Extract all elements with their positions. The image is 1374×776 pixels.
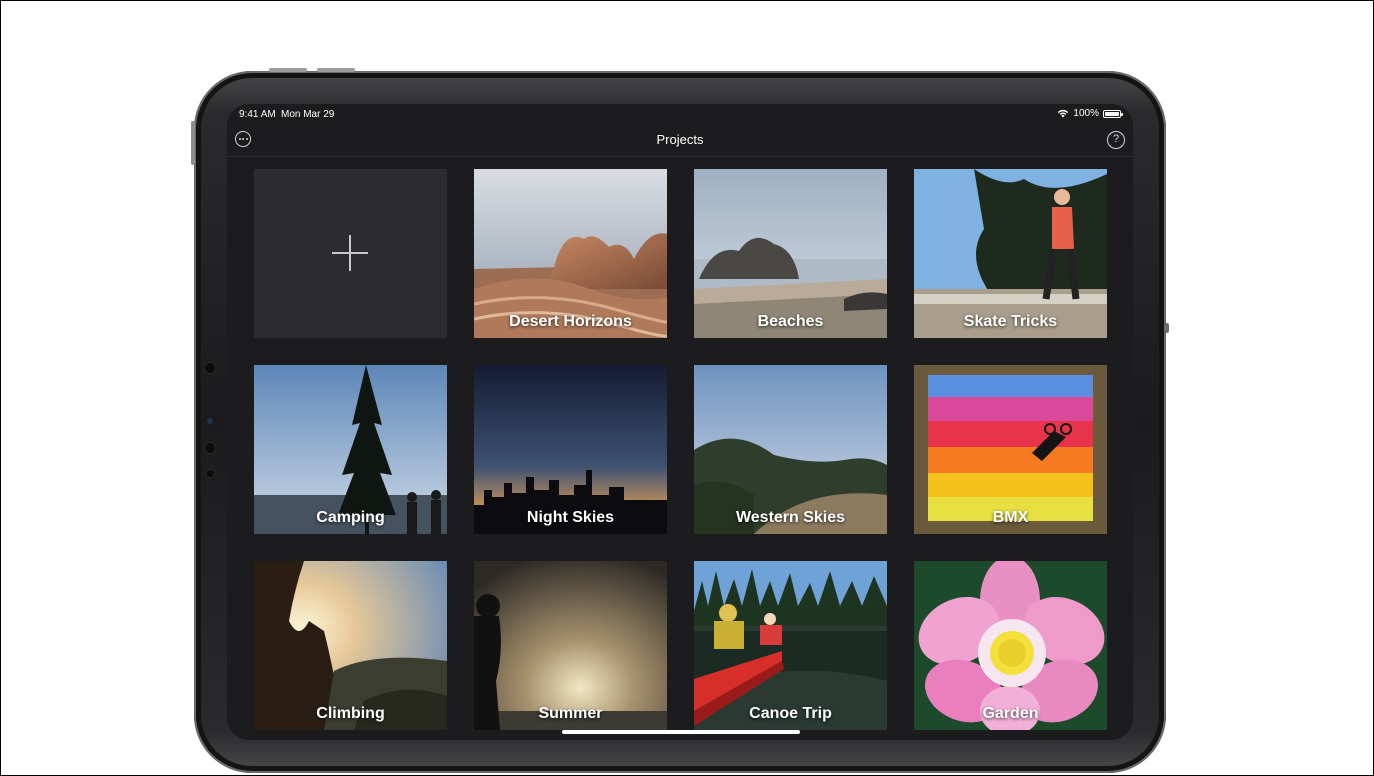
status-bar: 9:41 AM Mon Mar 29 100% [227, 104, 1133, 124]
project-tile-desert-horizons[interactable]: Desert Horizons [474, 169, 667, 338]
project-tile-beaches[interactable]: Beaches [694, 169, 887, 338]
project-tile-canoe-trip[interactable]: Canoe Trip [694, 561, 887, 730]
project-tile-camping[interactable]: Camping [254, 365, 447, 534]
project-label: Garden [982, 705, 1039, 722]
project-tile-night-skies[interactable]: Night Skies [474, 365, 667, 534]
project-label: Canoe Trip [749, 705, 832, 722]
plus-icon [332, 235, 368, 271]
project-label: Beaches [757, 313, 824, 330]
new-project-tile[interactable] [254, 169, 447, 338]
project-label: Skate Tricks [963, 313, 1058, 330]
camera-sensor [203, 361, 217, 375]
ipad-device: 9:41 AM Mon Mar 29 100% Projects ? Deser… [191, 68, 1169, 773]
project-tile-skate-tricks[interactable]: Skate Tricks [914, 169, 1107, 338]
volume-up-button-hw [269, 68, 307, 72]
volume-down-button-hw [317, 68, 355, 72]
project-label: Camping [316, 509, 385, 526]
status-date: Mon Mar 29 [281, 109, 335, 120]
battery-icon [1103, 109, 1123, 118]
camera-sensor-small [207, 418, 213, 424]
status-time: 9:41 AM [239, 109, 276, 120]
camera-lens [203, 441, 217, 455]
project-label: Desert Horizons [509, 313, 632, 330]
project-tile-summer[interactable]: Summer [474, 561, 667, 730]
project-label: Summer [538, 705, 603, 722]
question-circle-icon[interactable]: ? [1107, 131, 1125, 149]
screen: 9:41 AM Mon Mar 29 100% Projects ? Deser… [227, 104, 1133, 740]
flash-sensor [205, 468, 216, 479]
navigation-bar: Projects ? [227, 124, 1133, 157]
connector-hw [1165, 323, 1169, 333]
project-tile-western-skies[interactable]: Western Skies [694, 365, 887, 534]
project-label: Climbing [316, 705, 385, 722]
wifi-icon [1058, 109, 1069, 118]
page-title: Projects [656, 132, 704, 147]
project-label: BMX [992, 509, 1029, 526]
project-tile-garden[interactable]: Garden [914, 561, 1107, 730]
page-frame: 9:41 AM Mon Mar 29 100% Projects ? Deser… [0, 0, 1374, 776]
battery-percent: 100% [1073, 108, 1099, 119]
top-button-hw [191, 121, 195, 165]
project-label: Night Skies [526, 509, 615, 526]
project-label: Western Skies [735, 509, 846, 526]
project-tile-bmx[interactable]: BMX [914, 365, 1107, 534]
project-tile-climbing[interactable]: Climbing [254, 561, 447, 730]
projects-grid: Desert Horizons Beaches Skate Tricks Cam… [254, 169, 1107, 730]
home-indicator[interactable] [562, 730, 800, 734]
status-right: 100% [1057, 108, 1123, 119]
